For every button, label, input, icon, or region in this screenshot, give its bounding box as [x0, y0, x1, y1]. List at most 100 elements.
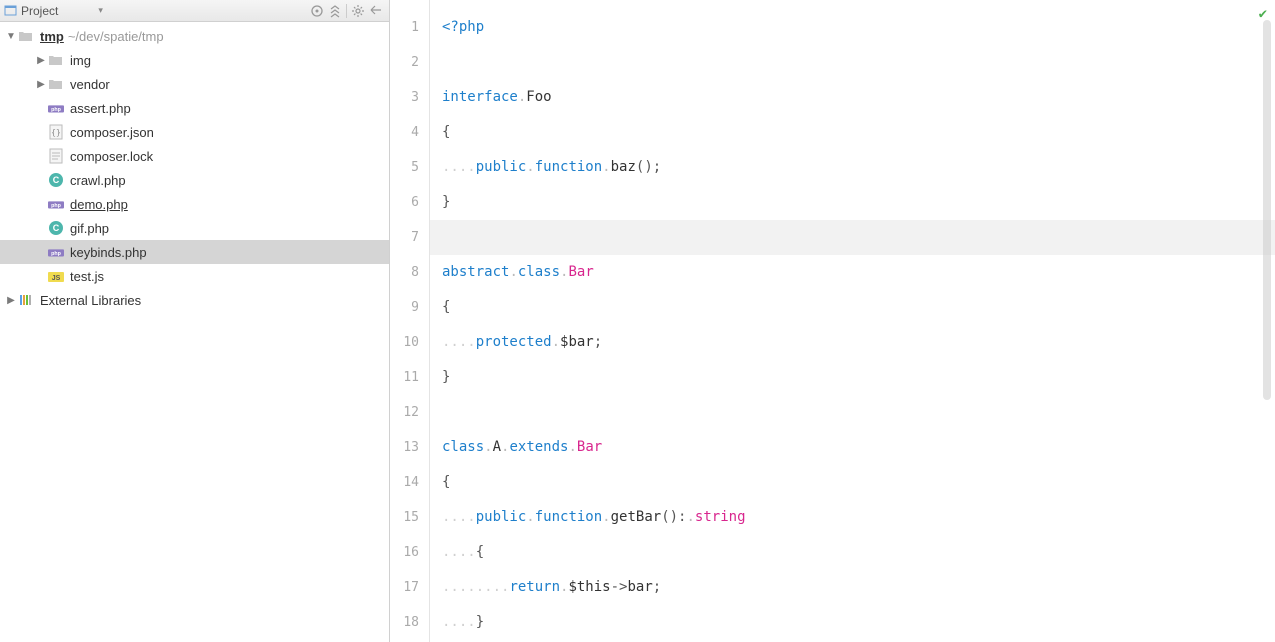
tree-item-label: img [70, 53, 91, 68]
code-line[interactable]: } [430, 185, 1275, 220]
line-number: 9 [390, 290, 429, 325]
project-view-selector[interactable]: Project ▾ [4, 4, 103, 18]
code-line[interactable]: ....{ [430, 535, 1275, 570]
code-line[interactable]: ....public.function.baz(); [430, 150, 1275, 185]
svg-text:php: php [51, 107, 62, 113]
folder-icon [48, 52, 64, 68]
tree-item-label: crawl.php [70, 173, 126, 188]
line-number: 15 [390, 500, 429, 535]
code-line[interactable]: } [430, 360, 1275, 395]
code-line[interactable]: ....protected.$bar; [430, 325, 1275, 360]
line-number: 1 [390, 10, 429, 45]
tree-item-demo-php[interactable]: ▶phpdemo.php [0, 192, 389, 216]
scrollbar-thumb[interactable] [1263, 20, 1271, 400]
php-icon: php [48, 196, 64, 212]
hide-icon[interactable] [367, 3, 385, 19]
tree-item-label: assert.php [70, 101, 131, 116]
chevron-right-icon[interactable]: ▶ [4, 293, 18, 307]
code-line[interactable]: ........return.$this->bar; [430, 570, 1275, 605]
tree-item-keybinds-php[interactable]: ▶phpkeybinds.php [0, 240, 389, 264]
project-label-text: Project [21, 4, 58, 18]
project-icon [4, 4, 17, 17]
tree-item-test-js[interactable]: ▶JStest.js [0, 264, 389, 288]
svg-text:C: C [53, 175, 60, 185]
line-number: 4 [390, 115, 429, 150]
vertical-scrollbar[interactable] [1263, 20, 1273, 420]
php-icon: php [48, 100, 64, 116]
folder-icon [48, 76, 64, 92]
code-line[interactable] [430, 220, 1275, 255]
tree-item-crawl-php[interactable]: ▶Ccrawl.php [0, 168, 389, 192]
chevron-down-icon[interactable]: ▼ [4, 29, 18, 43]
line-number: 3 [390, 80, 429, 115]
line-number: 5 [390, 150, 429, 185]
chevron-down-icon: ▾ [98, 5, 103, 16]
class-icon: C [48, 172, 64, 188]
line-number: 7 [390, 220, 429, 255]
tree-external-libraries[interactable]: ▶ External Libraries [0, 288, 389, 312]
collapse-all-icon[interactable] [326, 3, 344, 19]
php-icon: php [48, 244, 64, 260]
tree-item-label: gif.php [70, 221, 109, 236]
tree-item-img[interactable]: ▶ img [0, 48, 389, 72]
code-line[interactable] [430, 45, 1275, 80]
line-number: 18 [390, 605, 429, 640]
code-line[interactable]: { [430, 465, 1275, 500]
tree-item-assert-php[interactable]: ▶phpassert.php [0, 96, 389, 120]
tree-item-label: vendor [70, 77, 110, 92]
code-line[interactable]: ....} [430, 605, 1275, 640]
line-number: 11 [390, 360, 429, 395]
line-number: 10 [390, 325, 429, 360]
line-number: 2 [390, 45, 429, 80]
tree-root-path: ~/dev/spatie/tmp [68, 29, 164, 44]
tree-root[interactable]: ▼ tmp ~/dev/spatie/tmp [0, 24, 389, 48]
line-number: 17 [390, 570, 429, 605]
svg-text:{}: {} [51, 128, 61, 137]
js-icon: JS [48, 268, 64, 284]
json-icon: {} [48, 124, 64, 140]
gear-icon[interactable] [349, 3, 367, 19]
code-line[interactable]: <?php [430, 10, 1275, 45]
line-number: 8 [390, 255, 429, 290]
line-number: 12 [390, 395, 429, 430]
code-line[interactable]: abstract.class.Bar [430, 255, 1275, 290]
libraries-icon [18, 292, 34, 308]
tree-item-label: demo.php [70, 197, 128, 212]
code-line[interactable] [430, 395, 1275, 430]
tree-external-label: External Libraries [40, 293, 141, 308]
locate-icon[interactable] [308, 3, 326, 19]
tree-item-vendor[interactable]: ▶ vendor [0, 72, 389, 96]
text-icon [48, 148, 64, 164]
svg-text:JS: JS [52, 275, 61, 282]
tree-item-composer-lock[interactable]: ▶composer.lock [0, 144, 389, 168]
tree-item-label: keybinds.php [70, 245, 147, 260]
class-icon: C [48, 220, 64, 236]
tree-item-label: composer.json [70, 125, 154, 140]
code-editor[interactable]: 123456789101112131415161718 <?phpinterfa… [390, 0, 1275, 642]
svg-text:C: C [53, 223, 60, 233]
line-number: 16 [390, 535, 429, 570]
sidebar-header: Project ▾ [0, 0, 389, 22]
editor-code-area[interactable]: <?phpinterface.Foo{....public.function.b… [430, 0, 1275, 642]
tree-item-composer-json[interactable]: ▶{}composer.json [0, 120, 389, 144]
code-line[interactable]: { [430, 290, 1275, 325]
chevron-right-icon[interactable]: ▶ [34, 77, 48, 91]
line-number: 14 [390, 465, 429, 500]
line-number: 6 [390, 185, 429, 220]
code-line[interactable]: ....public.function.getBar():.string [430, 500, 1275, 535]
project-tree[interactable]: ▼ tmp ~/dev/spatie/tmp ▶ img ▶ vendor ▶ php as… [0, 22, 389, 642]
project-sidebar: Project ▾ ▼ tmp ~/dev/spatie/tmp ▶ img ▶ ve… [0, 0, 390, 642]
line-number: 13 [390, 430, 429, 465]
editor-gutter: 123456789101112131415161718 [390, 0, 430, 642]
chevron-right-icon[interactable]: ▶ [34, 53, 48, 67]
code-line[interactable]: { [430, 115, 1275, 150]
svg-text:php: php [51, 251, 62, 257]
tree-item-label: test.js [70, 269, 104, 284]
tree-item-label: composer.lock [70, 149, 153, 164]
tree-item-gif-php[interactable]: ▶Cgif.php [0, 216, 389, 240]
tree-root-label: tmp [40, 29, 64, 44]
folder-icon [18, 28, 34, 44]
svg-text:php: php [51, 203, 62, 209]
code-line[interactable]: interface.Foo [430, 80, 1275, 115]
code-line[interactable]: class.A.extends.Bar [430, 430, 1275, 465]
